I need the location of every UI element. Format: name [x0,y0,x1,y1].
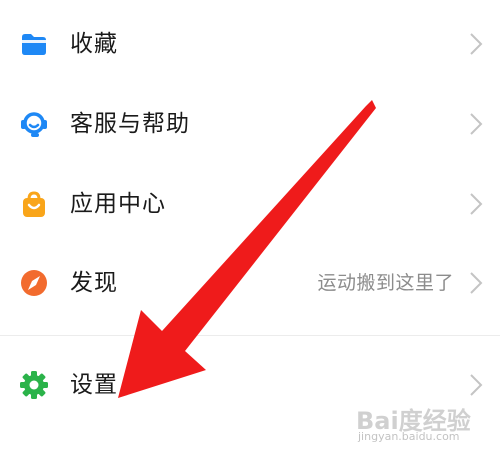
menu-item-label: 应用中心 [70,191,166,217]
headset-icon [21,112,47,137]
menu-item-label: 客服与帮助 [70,111,190,137]
folder-icon [22,34,46,55]
gear-icon [20,371,48,399]
chevron-right-icon [470,272,483,294]
section-divider [0,335,500,336]
chevron-right-icon [470,113,483,135]
menu-item-discover[interactable]: 发现 运动搬到这里了 [0,253,500,313]
menu-item-app-center[interactable]: 应用中心 [0,174,500,234]
menu-item-label: 发现 [70,270,118,296]
shopping-bag-icon [23,191,45,217]
menu-item-hint: 运动搬到这里了 [317,272,454,294]
chevron-right-icon [470,193,483,215]
chevron-right-icon [470,374,483,396]
menu-item-label: 设置 [70,372,118,398]
compass-icon [21,270,47,296]
menu-item-favorites[interactable]: 收藏 [0,14,500,74]
watermark-url: jingyan.baidu.com [358,430,460,443]
chevron-right-icon [470,33,483,55]
menu-item-label: 收藏 [70,31,118,57]
baidu-watermark: Bai度经验 jingyan.baidu.com [356,397,486,445]
menu-item-customer-service[interactable]: 客服与帮助 [0,94,500,154]
